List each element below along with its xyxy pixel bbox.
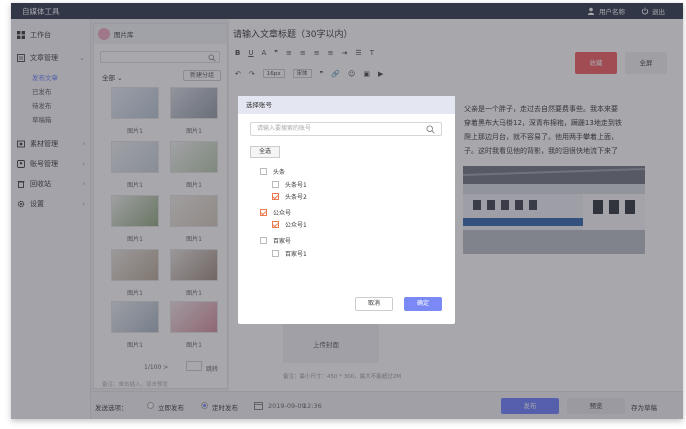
account-search-input[interactable]: 请输入要搜索的账号	[250, 122, 442, 136]
account-search-placeholder: 请输入要搜索的账号	[257, 125, 312, 132]
search-icon[interactable]	[426, 125, 435, 134]
select-all-button[interactable]: 全选	[250, 146, 280, 158]
account-checkbox[interactable]	[272, 221, 279, 228]
account-checkbox[interactable]	[272, 250, 279, 257]
account-group-baijia[interactable]: 百家号	[260, 236, 291, 245]
group-checkbox[interactable]	[260, 168, 267, 175]
account-item[interactable]: 公众号1	[272, 220, 307, 229]
group-label: 百家号	[273, 238, 292, 245]
account-item[interactable]: 头条号2	[272, 192, 307, 201]
group-label: 头条	[273, 169, 286, 176]
account-checkbox[interactable]	[272, 193, 279, 200]
app-window: 自媒体工具 用户名称 退出 工作台 文章管理 ⌄ 发布文章 已发布 待发布 草稿…	[11, 3, 683, 419]
account-group-toutiao[interactable]: 头条	[260, 167, 285, 176]
account-label: 公众号1	[285, 222, 307, 229]
dialog-title: 选择账号	[238, 96, 455, 114]
cancel-button[interactable]: 取消	[355, 297, 393, 311]
account-group-wechat[interactable]: 公众号	[260, 208, 291, 217]
account-label: 头条号1	[285, 182, 307, 189]
group-checkbox[interactable]	[260, 209, 267, 216]
group-checkbox[interactable]	[260, 237, 267, 244]
account-item[interactable]: 头条号1	[272, 180, 307, 189]
group-label: 公众号	[273, 210, 292, 217]
account-label: 头条号2	[285, 194, 307, 201]
account-item[interactable]: 百家号1	[272, 249, 307, 258]
account-label: 百家号1	[285, 251, 307, 258]
select-account-dialog: 选择账号 请输入要搜索的账号 全选 头条 头条号1 头条号2 公众号 公众号1	[238, 96, 455, 324]
confirm-button[interactable]: 确定	[404, 297, 442, 311]
account-checkbox[interactable]	[272, 181, 279, 188]
